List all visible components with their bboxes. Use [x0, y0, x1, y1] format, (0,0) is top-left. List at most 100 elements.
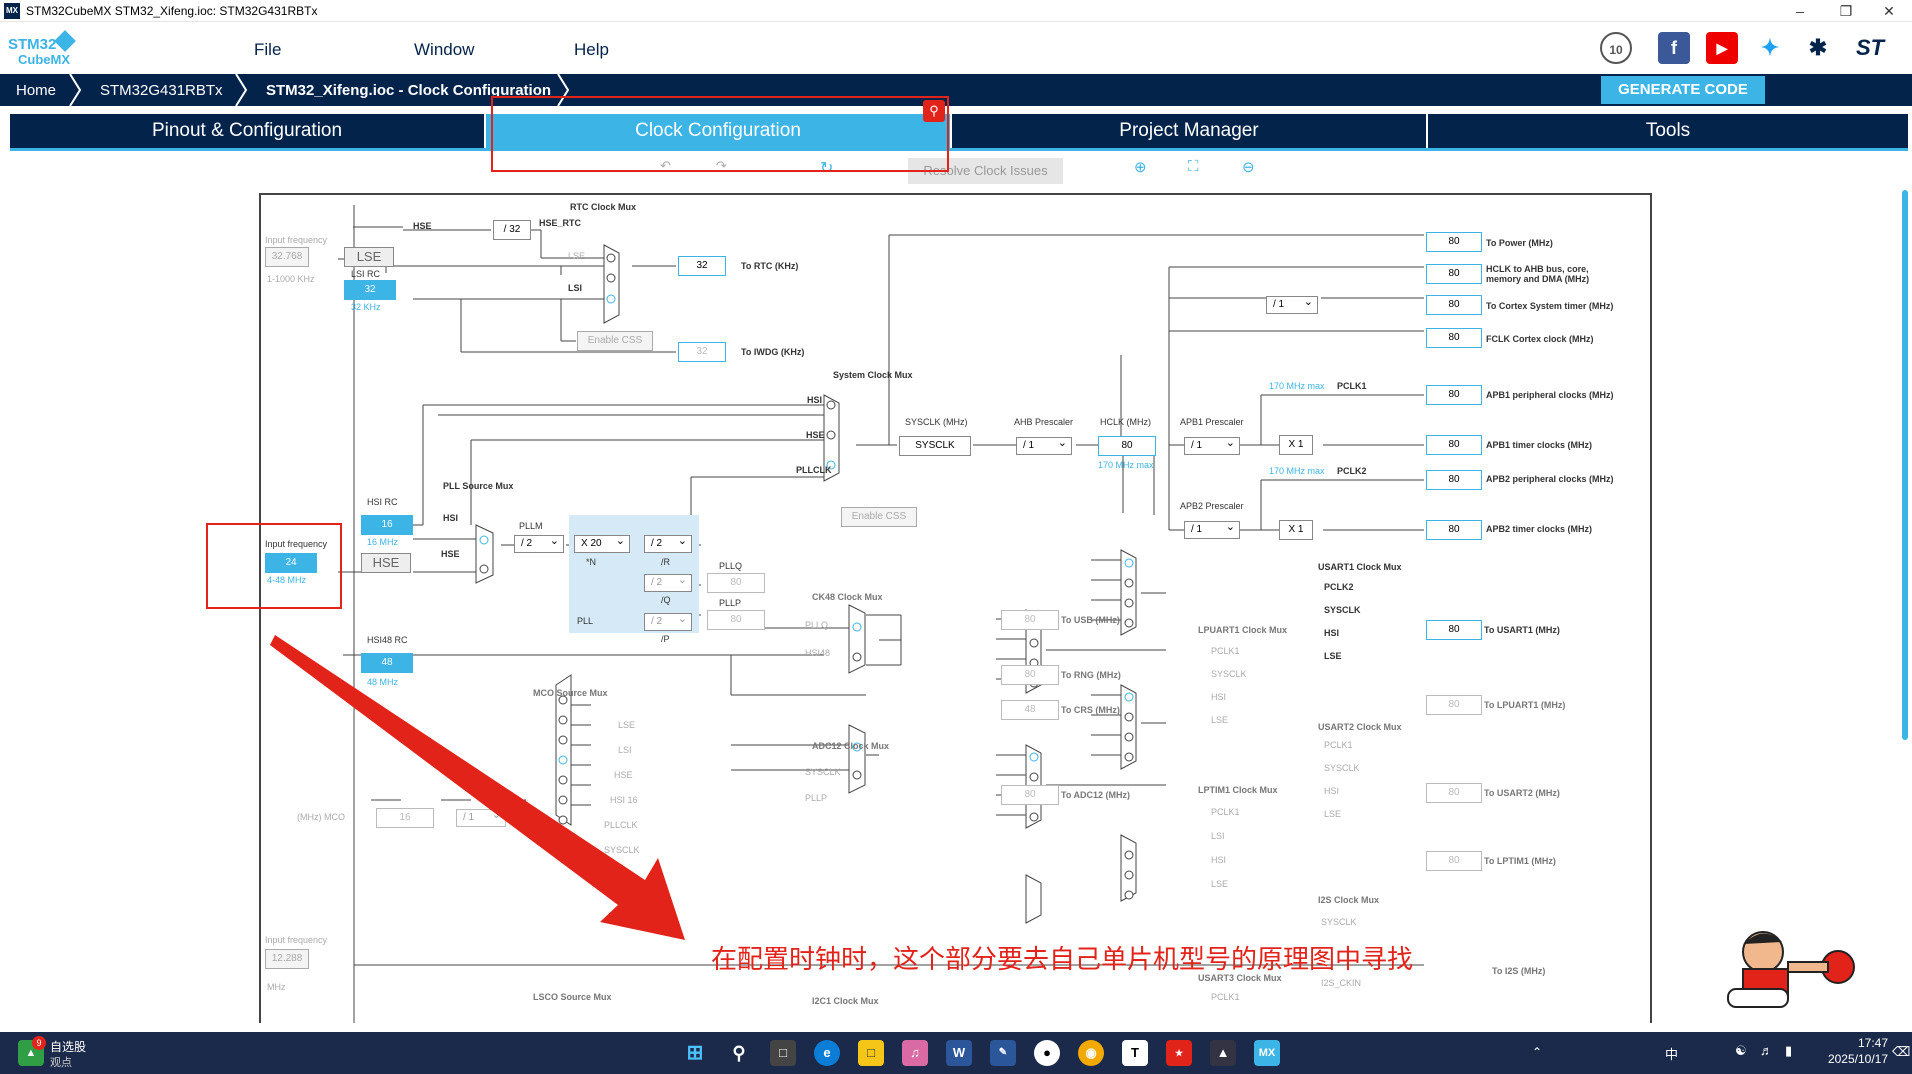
ahb-prescaler-select[interactable]: / 1 [1016, 435, 1072, 455]
battery-icon[interactable]: ▮ [1785, 1043, 1792, 1059]
crumb-device[interactable]: STM32G431RBTx [100, 82, 223, 99]
media-app-icon[interactable]: ♫ [902, 1040, 928, 1066]
pll-label: PLL [577, 616, 594, 626]
clock-time[interactable]: 17:47 [1848, 1036, 1888, 1050]
qq-icon[interactable]: ● [1034, 1040, 1060, 1066]
pllp-output[interactable]: 80 [707, 610, 765, 630]
output-hclk[interactable]: 80 [1426, 264, 1482, 284]
usart1-output[interactable]: 80 [1426, 620, 1482, 640]
pllq-out-label: PLLQ [719, 561, 743, 571]
lpuart1-output[interactable]: 80 [1426, 695, 1482, 715]
apb1-prescaler-select[interactable]: / 1 [1184, 435, 1240, 455]
output-apb2-periph[interactable]: 80 [1426, 470, 1482, 490]
output-fclk[interactable]: 80 [1426, 328, 1482, 348]
wps-icon[interactable]: ✎ [990, 1040, 1016, 1066]
generate-code-button[interactable]: GENERATE CODE [1601, 76, 1765, 104]
usb-output[interactable]: 80 [1001, 610, 1059, 630]
hsi-unit: 16 MHz [367, 537, 399, 547]
typora-icon[interactable]: T [1122, 1040, 1148, 1066]
tab-pinout[interactable]: Pinout & Configuration [10, 114, 486, 148]
volume-icon[interactable]: ♬ [1760, 1043, 1773, 1058]
restore-button[interactable]: ❐ [1823, 0, 1869, 22]
i2s-freq-unit: MHz [267, 982, 286, 992]
sysclk-value[interactable]: SYSCLK [899, 436, 971, 456]
lptim1-output[interactable]: 80 [1426, 851, 1482, 871]
pllq-select[interactable]: / 2 [644, 572, 692, 592]
st-logo-icon[interactable]: ST [1854, 32, 1886, 64]
network-icon[interactable]: ✱ [1802, 32, 1834, 64]
anniversary-icon[interactable]: 10 [1600, 32, 1632, 64]
iwdg-output[interactable]: 32 [678, 342, 726, 362]
apb2-prescaler-select[interactable]: / 1 [1184, 519, 1240, 539]
task-view-icon[interactable]: □ [770, 1040, 796, 1066]
twitter-icon[interactable]: ✦ [1754, 32, 1786, 64]
output-apb2-timer[interactable]: 80 [1426, 520, 1482, 540]
fit-screen-icon[interactable]: ⛶ [1188, 158, 1199, 175]
youtube-icon[interactable]: ▶ [1706, 32, 1738, 64]
lsi-unit: 32 KHz [351, 302, 381, 312]
pllq-output[interactable]: 80 [707, 573, 765, 593]
red-app-icon[interactable]: ★ [1166, 1040, 1192, 1066]
pllm-select[interactable]: / 2 [514, 533, 564, 553]
word-icon[interactable]: W [946, 1040, 972, 1066]
output-cortex-timer[interactable]: 80 [1426, 295, 1482, 315]
usart1-lse-label: LSE [1324, 651, 1342, 661]
rtc-output[interactable]: 32 [678, 256, 726, 276]
output-apb1-periph[interactable]: 80 [1426, 385, 1482, 405]
facebook-icon[interactable]: f [1658, 32, 1690, 64]
ck48-hsi48-label: HSI48 [805, 648, 831, 658]
sys-enable-css-button[interactable]: Enable CSS [841, 507, 917, 527]
windows-start-icon[interactable]: ⊞ [682, 1040, 708, 1066]
tab-project-manager[interactable]: Project Manager [952, 114, 1428, 148]
clock-date[interactable]: 2025/10/17 [1818, 1052, 1888, 1066]
lse-input-freq[interactable]: 32.768 [265, 247, 309, 267]
menu-window[interactable]: Window [414, 40, 474, 60]
pll-source-mux-title: PLL Source Mux [443, 481, 514, 491]
adc12-output[interactable]: 80 [1001, 785, 1059, 805]
lptim1-lse-label: LSE [1211, 879, 1229, 889]
chrome-icon[interactable]: ◉ [1078, 1040, 1104, 1066]
vertical-scrollbar[interactable] [1902, 190, 1908, 740]
output-power[interactable]: 80 [1426, 232, 1482, 252]
tab-bar: Pinout & Configuration Clock Configurati… [10, 114, 1908, 150]
cat-app-icon[interactable]: ▲ [1210, 1040, 1236, 1066]
pllr-select[interactable]: / 2 [644, 533, 692, 553]
crumb-home[interactable]: Home [16, 82, 56, 99]
zoom-in-icon[interactable]: ⊕ [1134, 158, 1147, 176]
rtc-hse-divider[interactable]: / 32 [493, 220, 531, 240]
crs-output[interactable]: 48 [1001, 700, 1059, 720]
hclk-value[interactable]: 80 [1098, 436, 1156, 456]
output-apb1-timer[interactable]: 80 [1426, 435, 1482, 455]
apb1-prescaler-label: APB1 Prescaler [1180, 417, 1244, 427]
menu-file[interactable]: File [254, 40, 281, 60]
file-explorer-icon[interactable]: □ [858, 1040, 884, 1066]
zoom-out-icon[interactable]: ⊖ [1242, 158, 1255, 176]
usart2-sysclk-label: SYSCLK [1324, 763, 1360, 773]
wifi-icon[interactable]: ☯ [1735, 1043, 1747, 1059]
to-rtc-label: To RTC (KHz) [741, 261, 799, 271]
close-button[interactable]: ✕ [1866, 0, 1912, 22]
menu-help[interactable]: Help [574, 40, 609, 60]
edge-icon[interactable]: e [814, 1040, 840, 1066]
usart1-pclk2-label: PCLK2 [1324, 582, 1354, 592]
plln-select[interactable]: X 20 [574, 533, 630, 553]
stock-label[interactable]: 自选股 [50, 1038, 86, 1055]
pclk2-label: PCLK2 [1337, 466, 1367, 476]
tab-tools[interactable]: Tools [1428, 114, 1908, 148]
ime-indicator[interactable]: 中 [1665, 1044, 1678, 1063]
cube-icon [54, 30, 76, 52]
minimize-button[interactable]: – [1777, 0, 1823, 22]
notification-bell-icon[interactable]: ⌫ [1892, 1044, 1910, 1060]
hse-input-highlight [206, 523, 342, 609]
pllp-select[interactable]: / 2 [644, 611, 692, 631]
rtc-enable-css-button[interactable]: Enable CSS [577, 331, 653, 351]
i2s-input-freq[interactable]: 12.288 [265, 949, 309, 969]
pllsrc-hsi-label: HSI [443, 513, 459, 523]
cubemx-taskbar-icon[interactable]: MX [1254, 1040, 1280, 1066]
cortex-timer-divider[interactable]: / 1 [1266, 294, 1318, 314]
search-taskbar-icon[interactable]: ⚲ [726, 1040, 752, 1066]
rng-output[interactable]: 80 [1001, 665, 1059, 685]
tab-underline [10, 148, 1908, 151]
usart2-output[interactable]: 80 [1426, 783, 1482, 803]
tray-chevron-icon[interactable]: ⌃ [1532, 1045, 1542, 1059]
